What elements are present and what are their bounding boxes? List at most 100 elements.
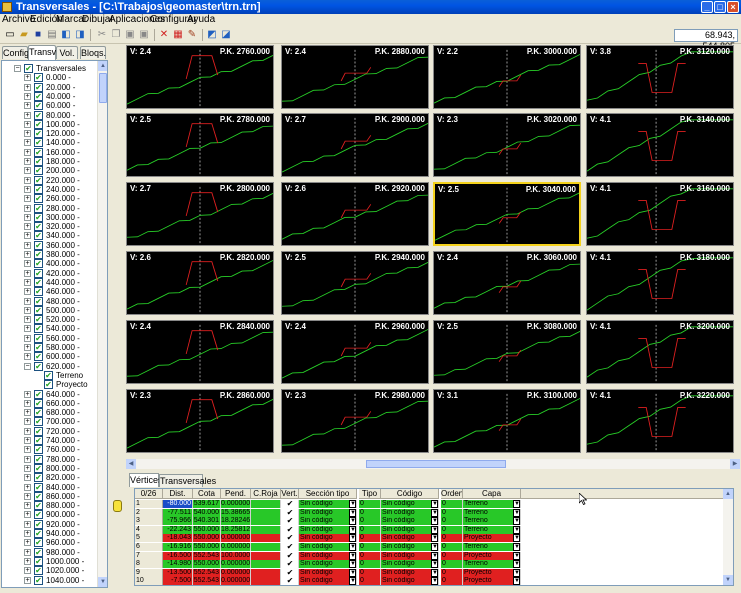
tab-vertices[interactable]: Vértices — [129, 473, 163, 487]
column-header[interactable]: Dist. — [163, 489, 193, 499]
expand-icon[interactable]: + — [24, 316, 31, 324]
cell-roja[interactable] — [251, 525, 281, 534]
expand-icon[interactable]: + — [24, 390, 31, 398]
cell-dist[interactable]: -22.243 — [163, 525, 193, 534]
checkbox[interactable]: ✔ — [34, 212, 43, 222]
expand-icon[interactable]: + — [24, 353, 31, 361]
checkbox[interactable]: ✔ — [34, 333, 43, 343]
checkbox[interactable]: ✔ — [34, 138, 43, 148]
scroll-right-icon[interactable]: ▶ — [730, 459, 740, 469]
dropdown-arrow-icon[interactable]: ▼ — [349, 500, 356, 508]
cell-tipo[interactable]: 0 — [359, 560, 381, 569]
cross-section-panel[interactable]: V: 4.1 P.K. 3180.000 — [586, 251, 734, 315]
column-header[interactable]: Capa — [463, 489, 521, 499]
cell-dist[interactable]: -18.043 — [163, 534, 193, 543]
expand-icon[interactable]: + — [24, 83, 31, 91]
cell-cota[interactable]: 550.000 — [193, 525, 221, 534]
cell-tipo[interactable]: 0 — [359, 551, 381, 560]
sections-tree[interactable]: − ✔ Transversales + ✔ 0.000 - + ✔ 20.000 - + ✔ 40.0… — [1, 60, 108, 588]
cell-orden[interactable]: 0 — [441, 568, 463, 577]
menu-ayuda[interactable]: Ayuda — [187, 14, 215, 26]
grid-scrollbar[interactable]: ▲ ▼ — [723, 489, 733, 585]
expand-icon[interactable]: + — [24, 167, 31, 175]
column-header[interactable]: Tipo — [359, 489, 381, 499]
cross-section-panel[interactable]: V: 2.7 P.K. 2900.000 — [281, 113, 429, 177]
open-folder-icon[interactable]: ▰ — [18, 29, 30, 41]
expand-icon[interactable]: + — [24, 213, 31, 221]
cell-tipo[interactable]: 0 — [359, 577, 381, 585]
checkbox[interactable]: ✔ — [34, 315, 43, 325]
dropdown-arrow-icon[interactable]: ▼ — [349, 551, 356, 560]
checkbox[interactable]: ✔ — [34, 277, 43, 287]
expand-icon[interactable]: + — [24, 223, 31, 231]
dropdown-arrow-icon[interactable]: ▼ — [349, 517, 356, 526]
expand-icon[interactable]: + — [24, 185, 31, 193]
scroll-thumb[interactable] — [366, 460, 506, 468]
dropdown-arrow-icon[interactable]: ▼ — [431, 568, 438, 577]
scroll-down-icon[interactable]: ▼ — [98, 577, 107, 587]
cross-section-panel[interactable]: V: 2.5 P.K. 2780.000 — [126, 113, 274, 177]
expand-icon[interactable]: + — [24, 446, 31, 454]
cell-n[interactable]: 3 — [135, 517, 163, 526]
cell-vert[interactable]: ✔ — [281, 534, 299, 543]
cell-orden[interactable]: 0 — [441, 577, 463, 585]
expand-icon[interactable]: + — [24, 530, 31, 537]
expand-icon[interactable]: + — [24, 92, 31, 100]
cell-pend[interactable]: 18.25812 — [221, 525, 251, 534]
expand-icon[interactable]: + — [24, 464, 31, 472]
dropdown-arrow-icon[interactable]: ▼ — [513, 517, 520, 526]
cell-roja[interactable] — [251, 517, 281, 526]
cell-orden[interactable]: 0 — [441, 534, 463, 543]
cross-section-panel[interactable]: V: 2.3 P.K. 2980.000 — [281, 389, 429, 453]
dropdown-arrow-icon[interactable]: ▼ — [349, 560, 356, 569]
cell-cota[interactable]: 552.543 — [193, 577, 221, 585]
expand-icon[interactable]: + — [24, 334, 31, 342]
cut-icon[interactable]: ✂ — [96, 29, 108, 41]
cross-section-panel[interactable]: V: 3.8 P.K. 3120.000 — [586, 45, 734, 109]
column-header[interactable]: 0/26 — [135, 489, 163, 499]
dropdown-arrow-icon[interactable]: ▼ — [349, 577, 356, 585]
import-icon[interactable]: ◧ — [60, 29, 72, 41]
dropdown-arrow-icon[interactable]: ▼ — [349, 543, 356, 551]
checkbox[interactable]: ✔ — [34, 547, 43, 557]
checkbox[interactable]: ✔ — [34, 482, 43, 492]
cell-cota[interactable]: 550.000 — [193, 543, 221, 551]
checkbox[interactable]: ✔ — [34, 473, 43, 483]
cell-roja[interactable] — [251, 577, 281, 585]
dropdown-arrow-icon[interactable]: ▼ — [431, 517, 438, 526]
checkbox[interactable]: ✔ — [34, 352, 43, 362]
expand-icon[interactable]: + — [24, 557, 31, 565]
checkbox[interactable]: ✔ — [34, 426, 43, 436]
column-header[interactable]: C.Roja — [251, 489, 281, 499]
column-header[interactable]: Código — [381, 489, 439, 499]
checkbox[interactable]: ✔ — [34, 575, 43, 585]
cell-pend[interactable]: 18.28246 — [221, 517, 251, 526]
cell-pend[interactable]: 0.000000 — [221, 500, 251, 508]
cross-section-panel[interactable]: V: 2.5 P.K. 3040.000 — [433, 182, 581, 246]
vertical-splitter[interactable] — [110, 45, 124, 593]
delete-marks-icon[interactable]: ✕ — [158, 29, 170, 41]
cross-section-panel[interactable]: V: 2.5 P.K. 3080.000 — [433, 320, 581, 384]
cell-vert[interactable]: ✔ — [281, 577, 299, 585]
dropdown-arrow-icon[interactable]: ▼ — [431, 500, 438, 508]
cell-n[interactable]: 5 — [135, 534, 163, 543]
checkbox[interactable]: ✔ — [34, 175, 43, 185]
expand-icon[interactable]: + — [24, 399, 31, 407]
cell-cota[interactable]: 550.000 — [193, 534, 221, 543]
expand-icon[interactable]: + — [24, 325, 31, 333]
dropdown-arrow-icon[interactable]: ▼ — [513, 577, 520, 585]
tab-vol[interactable]: Vol. — [56, 46, 78, 59]
cell-n[interactable]: 1 — [135, 500, 163, 508]
expand-icon[interactable]: + — [24, 409, 31, 417]
checkbox[interactable]: ✔ — [34, 222, 43, 232]
cell-dist[interactable]: -80.000 — [163, 500, 193, 508]
expand-icon[interactable]: + — [24, 306, 31, 314]
expand-icon[interactable]: + — [24, 567, 31, 575]
checkbox[interactable]: ✔ — [34, 287, 43, 297]
cell-pend[interactable]: 0.000000 — [221, 560, 251, 569]
dropdown-arrow-icon[interactable]: ▼ — [431, 551, 438, 560]
checkbox[interactable]: ✔ — [34, 529, 43, 538]
cross-section-panel[interactable]: V: 2.4 P.K. 2840.000 — [126, 320, 274, 384]
sections-hscrollbar[interactable]: ◀ ▶ — [126, 459, 740, 469]
checkbox[interactable]: ✔ — [34, 157, 43, 166]
